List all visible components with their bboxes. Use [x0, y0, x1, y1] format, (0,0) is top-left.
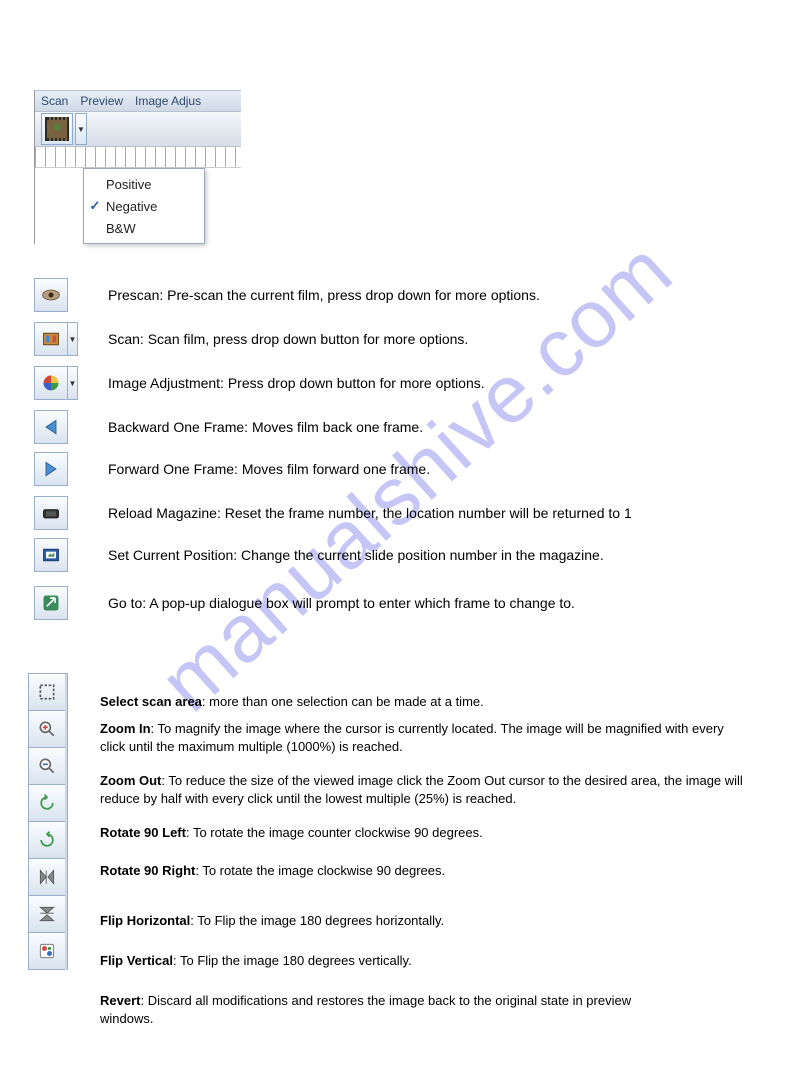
toolbar — [35, 112, 241, 147]
triangle-right-icon — [41, 459, 61, 479]
flip-h-icon — [37, 867, 57, 887]
rotate-right-button[interactable] — [29, 822, 65, 859]
flip-vertical-button[interactable] — [29, 896, 65, 933]
select-scan-area-desc: Select scan area: more than one selectio… — [100, 693, 750, 711]
side-toolbar — [28, 673, 68, 970]
color-wheel-icon — [41, 373, 61, 393]
rotate-ccw-icon — [37, 793, 57, 813]
magnifier-plus-icon — [37, 719, 57, 739]
setpos-desc: Set Current Position: Change the current… — [108, 547, 604, 563]
film-strip-icon — [41, 329, 61, 349]
popup-item-bw[interactable]: B&W — [84, 217, 204, 239]
forward-frame-button[interactable] — [34, 452, 68, 486]
reload-desc: Reload Magazine: Reset the frame number,… — [108, 505, 632, 521]
reload-magazine-button[interactable] — [34, 496, 68, 530]
triangle-left-icon — [41, 417, 61, 437]
goto-button[interactable] — [34, 586, 68, 620]
dashed-rect-icon — [37, 682, 57, 702]
scan-dropdown-icon[interactable] — [68, 322, 78, 356]
popup-label: Negative — [106, 199, 157, 214]
rotate-cw-icon — [37, 830, 57, 850]
image-adjustment-button[interactable] — [34, 366, 68, 400]
flip-v-icon — [37, 904, 57, 924]
film-type-dropdown-icon[interactable] — [75, 113, 87, 145]
goto-arrow-icon — [41, 593, 61, 613]
menu-scan[interactable]: Scan — [35, 94, 74, 108]
revert-icon — [37, 941, 57, 961]
forward-desc: Forward One Frame: Moves film forward on… — [108, 461, 430, 477]
backward-frame-button[interactable] — [34, 410, 68, 444]
backward-desc: Backward One Frame: Moves film back one … — [108, 419, 423, 435]
revert-desc: Revert: Discard all modifications and re… — [100, 992, 660, 1027]
popup-item-positive[interactable]: Positive — [84, 173, 204, 195]
set-position-button[interactable] — [34, 538, 68, 572]
magnifier-minus-icon — [37, 756, 57, 776]
menu-image-adjust[interactable]: Image Adjus — [129, 94, 207, 108]
flip-horizontal-button[interactable] — [29, 859, 65, 896]
rotate-right-desc: Rotate 90 Right: To rotate the image clo… — [100, 862, 750, 880]
scan-desc: Scan: Scan film, press drop down button … — [108, 331, 468, 347]
rotate-left-desc: Rotate 90 Left: To rotate the image coun… — [100, 824, 750, 842]
slide-frame-icon — [41, 545, 61, 565]
popup-item-negative[interactable]: ✓ Negative — [84, 195, 204, 217]
image-adjustment-dropdown-icon[interactable] — [68, 366, 78, 400]
popup-label: B&W — [106, 221, 136, 236]
film-head-icon — [45, 117, 69, 141]
select-scan-area-button[interactable] — [29, 674, 65, 711]
film-type-button[interactable] — [41, 113, 73, 145]
zoom-out-button[interactable] — [29, 748, 65, 785]
zoom-out-desc: Zoom Out: To reduce the size of the view… — [100, 772, 750, 807]
image-adjustment-desc: Image Adjustment: Press drop down button… — [108, 375, 485, 391]
menu-preview[interactable]: Preview — [74, 94, 129, 108]
popup-label: Positive — [106, 177, 152, 192]
zoom-in-button[interactable] — [29, 711, 65, 748]
film-type-popup: Positive ✓ Negative B&W — [83, 168, 205, 244]
menubar: Scan Preview Image Adjus — [35, 90, 241, 112]
rotate-left-button[interactable] — [29, 785, 65, 822]
eye-icon — [41, 285, 61, 305]
flip-horizontal-desc: Flip Horizontal: To Flip the image 180 d… — [100, 912, 750, 930]
goto-desc: Go to: A pop-up dialogue box will prompt… — [108, 595, 575, 611]
prescan-button[interactable] — [34, 278, 68, 312]
check-icon: ✓ — [84, 198, 106, 214]
prescan-desc: Prescan: Pre-scan the current film, pres… — [108, 287, 540, 303]
app-window-screenshot: Scan Preview Image Adjus Positive ✓ Nega… — [34, 90, 241, 244]
scan-button[interactable] — [34, 322, 68, 356]
flip-vertical-desc: Flip Vertical: To Flip the image 180 deg… — [100, 952, 750, 970]
revert-button[interactable] — [29, 933, 65, 970]
magazine-icon — [41, 503, 61, 523]
zoom-in-desc: Zoom In: To magnify the image where the … — [100, 720, 750, 755]
ruler — [35, 147, 241, 168]
